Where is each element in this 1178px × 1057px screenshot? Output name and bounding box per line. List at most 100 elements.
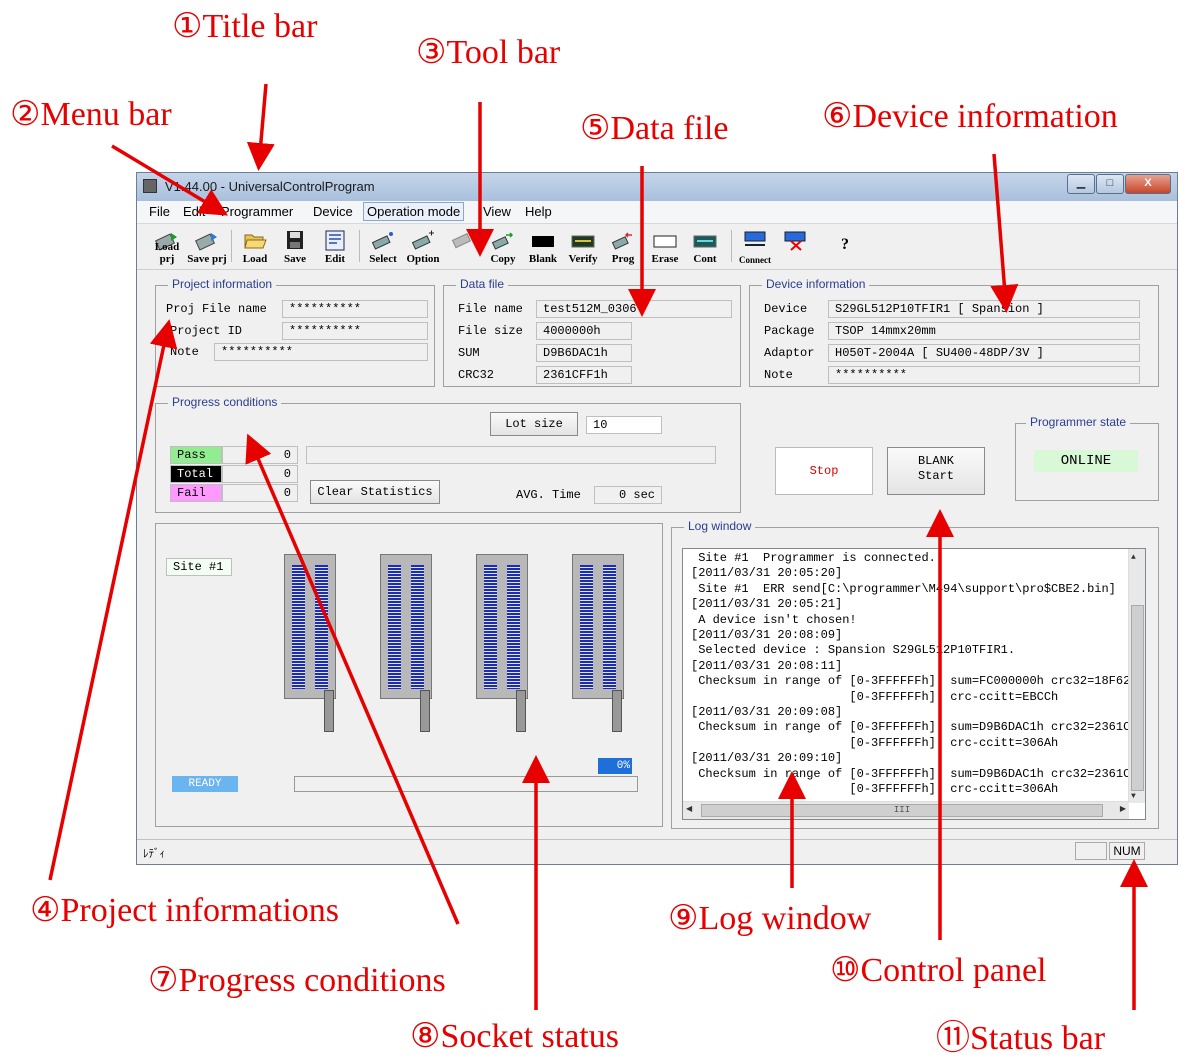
device-label: Device <box>764 302 808 316</box>
verify-icon <box>571 235 595 248</box>
log-line: [2011/03/31 20:08:11] <box>691 658 843 673</box>
status-pane-caps <box>1075 842 1107 860</box>
app-window: V1.44.00 - UniversalControlProgram ▁ □ X… <box>136 172 1178 865</box>
log-scroll-thumb[interactable] <box>1131 605 1144 791</box>
erase-icon <box>653 235 677 248</box>
callout-data-file: ⑤Data file <box>580 110 729 147</box>
file-size-value: 4000000h <box>536 322 632 340</box>
crc32-value: 2361CFF1h <box>536 366 632 384</box>
chip-disabled-icon <box>451 233 472 249</box>
log-line: Site #1 Programmer is connected. <box>691 551 936 565</box>
scroll-left-icon[interactable]: ◀ <box>686 804 692 814</box>
verify-label: Verify <box>568 253 598 265</box>
blank-start-button[interactable]: BLANK Start <box>887 447 985 495</box>
socket-lever-3 <box>516 690 526 732</box>
proj-file-name-label: Proj File name <box>166 302 267 316</box>
load-button[interactable]: Load <box>235 226 275 266</box>
menu-bar: File Edit Programmer Device Operation mo… <box>137 201 1177 224</box>
callout-project-informations: ④Project informations <box>30 892 340 929</box>
menu-operation-mode[interactable]: Operation mode <box>363 202 465 221</box>
lot-size-button[interactable]: Lot size <box>490 412 578 436</box>
help-icon: ? <box>841 236 849 253</box>
crc32-label: CRC32 <box>458 368 495 382</box>
edit-icon <box>325 230 345 251</box>
callout-socket-status: ⑧Socket status <box>410 1018 619 1055</box>
floppy-disk-icon <box>287 231 303 249</box>
package-value: TSOP 14mmx20mm <box>828 322 1140 340</box>
programmer-state-title: Programmer state <box>1026 415 1131 429</box>
copy-button[interactable]: Copy <box>483 226 523 266</box>
connect-icon <box>744 231 766 246</box>
log-line: [2011/03/31 20:09:08] <box>691 705 843 719</box>
program-icon <box>611 232 632 250</box>
menu-programmer[interactable]: Programmer <box>221 204 293 219</box>
menu-help[interactable]: Help <box>525 204 552 219</box>
num-lock-indicator: NUM <box>1109 842 1145 860</box>
minimize-button[interactable]: ▁ <box>1067 174 1095 194</box>
edit-button[interactable]: Edit <box>315 226 355 266</box>
log-window-group: Log window Site #1 Programmer is connect… <box>671 519 1159 829</box>
blank-label: Blank <box>528 253 558 265</box>
scroll-up-icon[interactable]: ▲ <box>1131 553 1136 562</box>
menu-file[interactable]: File <box>149 204 170 219</box>
save-button[interactable]: Save <box>275 226 315 266</box>
prog-button[interactable]: Prog <box>603 226 643 266</box>
fail-label: Fail <box>170 484 222 502</box>
close-button[interactable]: X <box>1125 174 1171 194</box>
sum-value: D9B6DAC1h <box>536 344 632 362</box>
project-information-title: Project information <box>168 277 277 291</box>
disabled-chip-button[interactable] <box>443 226 483 266</box>
callout-tool-bar: ③Tool bar <box>416 34 561 71</box>
fail-count: 0 <box>222 484 298 502</box>
log-line: Checksum in range of [0-3FFFFFFh] sum=D9… <box>691 766 1131 781</box>
stop-button[interactable]: Stop <box>775 447 873 495</box>
file-name-value: test512M_0306 <box>536 300 732 318</box>
cont-button[interactable]: Cont <box>685 226 725 266</box>
socket-lever-4 <box>612 690 622 732</box>
erase-label: Erase <box>651 253 679 265</box>
verify-button[interactable]: Verify <box>563 226 603 266</box>
copy-label: Copy <box>490 253 516 265</box>
log-text-area[interactable]: Site #1 Programmer is connected. [2011/03… <box>682 548 1146 820</box>
status-bar: ﾚﾃﾞｨ NUM <box>137 839 1177 864</box>
socket-3 <box>476 554 528 699</box>
option-button[interactable]: Option <box>403 226 443 266</box>
chip-copy-icon <box>491 232 514 250</box>
help-button[interactable]: ? <box>825 226 865 266</box>
socket-1 <box>284 554 336 699</box>
lot-size-value[interactable]: 10 <box>586 416 662 434</box>
menu-view[interactable]: View <box>483 204 511 219</box>
select-button[interactable]: Select <box>363 226 403 266</box>
title-bar[interactable]: V1.44.00 - UniversalControlProgram ▁ □ X <box>137 173 1177 201</box>
load-project-button[interactable]: Load prj <box>147 226 187 266</box>
clear-statistics-button[interactable]: Clear Statistics <box>310 480 440 504</box>
callout-log-window: ⑨Log window <box>668 900 872 937</box>
callout-control-panel: ⑩Control panel <box>830 952 1047 989</box>
erase-button[interactable]: Erase <box>645 226 685 266</box>
callout-status-bar: ⑪Status bar <box>936 1020 1106 1057</box>
project-information-group: Project information Proj File name *****… <box>155 277 435 387</box>
maximize-button[interactable]: □ <box>1096 174 1124 194</box>
log-line: [0-3FFFFFFh] crc-ccitt=306Ah <box>691 735 1059 750</box>
load-label: Load <box>242 253 268 265</box>
socket-lever-1 <box>324 690 334 732</box>
save-project-button[interactable]: Save prj <box>187 226 227 266</box>
menu-device[interactable]: Device <box>313 204 353 219</box>
chip-option-icon <box>411 230 434 250</box>
window-title: V1.44.00 - UniversalControlProgram <box>165 179 375 194</box>
sum-label: SUM <box>458 346 480 360</box>
pass-bar <box>306 446 716 464</box>
scroll-down-icon[interactable]: ▼ <box>1131 792 1136 801</box>
chip-select-icon <box>371 232 393 250</box>
log-horizontal-thumb[interactable]: III <box>701 804 1103 817</box>
data-file-title: Data file <box>456 277 509 291</box>
scroll-right-icon[interactable]: ▶ <box>1120 804 1126 814</box>
connect-button[interactable]: Connect <box>735 226 775 266</box>
menu-edit[interactable]: Edit <box>183 204 205 219</box>
ready-indicator: READY <box>172 776 238 792</box>
blank-button[interactable]: Blank <box>523 226 563 266</box>
log-vertical-scrollbar[interactable]: ▲ ▼ <box>1128 549 1145 803</box>
tool-bar: Load prj Save prj Load Save Edit Select … <box>137 224 1177 270</box>
log-horizontal-scrollbar[interactable]: ◀ III ▶ <box>683 801 1129 819</box>
disconnect-button[interactable] <box>775 226 815 266</box>
